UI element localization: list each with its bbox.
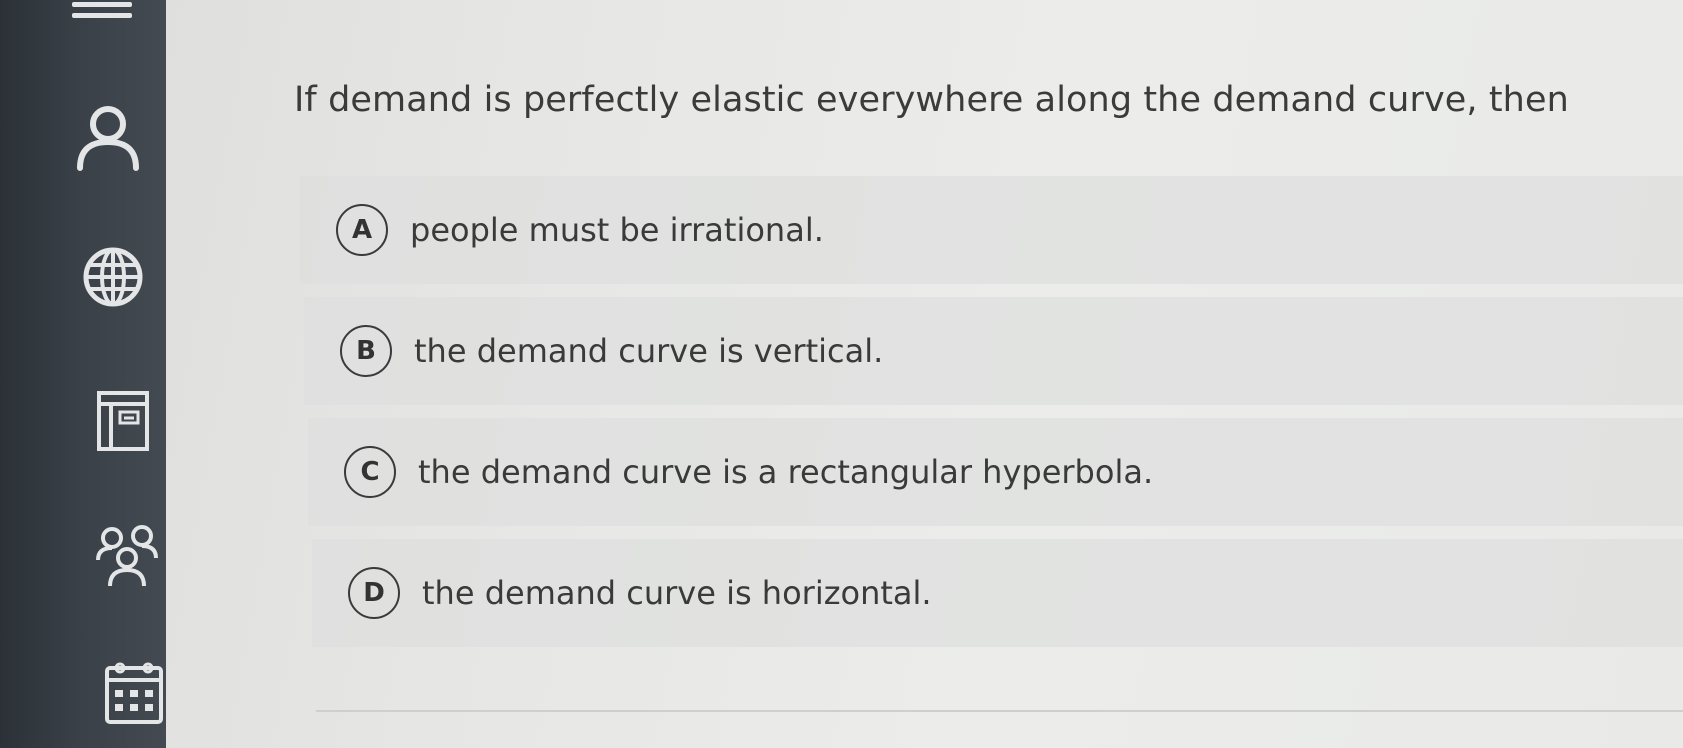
option-text: the demand curve is horizontal. <box>422 574 932 612</box>
question-panel: If demand is perfectly elastic everywher… <box>166 0 1683 748</box>
option-letter-badge: A <box>336 204 388 256</box>
globe-icon[interactable] <box>82 246 144 308</box>
answer-option-b[interactable]: B the demand curve is vertical. <box>304 297 1683 405</box>
menu-icon[interactable] <box>70 0 134 26</box>
account-icon[interactable] <box>76 100 140 172</box>
answer-option-a[interactable]: A people must be irrational. <box>300 176 1683 284</box>
option-letter-badge: D <box>348 567 400 619</box>
option-text: people must be irrational. <box>410 211 824 249</box>
option-letter-badge: C <box>344 446 396 498</box>
option-text: the demand curve is a rectangular hyperb… <box>418 453 1154 491</box>
answer-option-c[interactable]: C the demand curve is a rectangular hype… <box>308 418 1683 526</box>
divider <box>316 710 1683 712</box>
calendar-icon[interactable] <box>104 660 164 724</box>
question-text: If demand is perfectly elastic everywher… <box>294 80 1569 120</box>
option-letter-badge: B <box>340 325 392 377</box>
sidebar <box>0 0 166 748</box>
answer-option-d[interactable]: D the demand curve is horizontal. <box>312 539 1683 647</box>
group-icon[interactable] <box>96 524 164 588</box>
calculator-icon[interactable] <box>96 390 150 452</box>
option-text: the demand curve is vertical. <box>414 332 884 370</box>
